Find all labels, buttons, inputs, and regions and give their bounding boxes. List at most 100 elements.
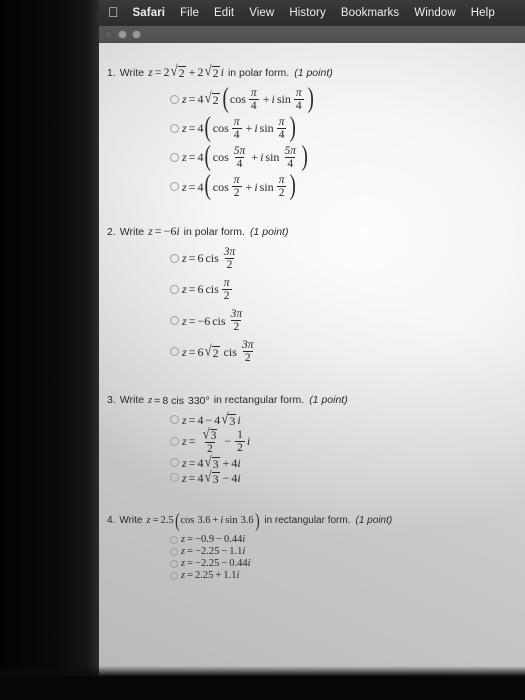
question-2-points: (1 point) bbox=[249, 226, 289, 239]
paren-close: ) bbox=[289, 111, 297, 143]
question-1-options: z = 4 √ 2 ( cos π4 + i sin π 4) z = 4 (… bbox=[107, 82, 509, 202]
option-text: z = 4 √ 2 ( cos π4 + i sin π 4) bbox=[182, 82, 314, 114]
question-3-option-d[interactable]: z = 4 √ 3 − 4i bbox=[170, 467, 509, 486]
mac-menu-bar:  Safari File Edit View History Bookmark… bbox=[99, 0, 525, 26]
question-3-verb: Write bbox=[119, 394, 145, 407]
paren-open: ( bbox=[174, 509, 180, 532]
question-1-option-c[interactable]: z = 4 ( cos 5π 4 + i sin 5π 4) bbox=[170, 140, 509, 172]
radio-icon[interactable] bbox=[170, 347, 179, 357]
question-4: 4. Write z = 2.5 ( cos 3.6 + i sin 3.6)… bbox=[107, 509, 509, 582]
question-1-option-d[interactable]: z = 4 ( cos π2 + i sin π2) bbox=[170, 170, 509, 202]
question-4-options: z = −0.9 − 0.44 i z = − 2.25 − 1.1 i z =… bbox=[107, 534, 509, 582]
photo-left-bezel bbox=[0, 0, 99, 700]
minimize-button[interactable] bbox=[118, 30, 127, 39]
menu-item-help[interactable]: Help bbox=[471, 7, 495, 19]
option-text: z = 6 cis π2 bbox=[182, 276, 232, 302]
menu-item-file[interactable]: File bbox=[180, 7, 199, 19]
question-4-option-d[interactable]: z = 2.25 + 1.1 i bbox=[170, 570, 509, 582]
radio-icon[interactable] bbox=[170, 458, 179, 468]
option-text: z = −6 cis 3π 2 bbox=[182, 307, 243, 333]
radio-icon[interactable] bbox=[170, 182, 179, 192]
quiz-page: 1. Write z = 2 √2 + 2 √2 i in polar fo bbox=[99, 43, 525, 676]
paren-open: ( bbox=[204, 140, 212, 172]
titlebar-drag-area[interactable] bbox=[146, 26, 525, 43]
question-1-number: 1. bbox=[107, 67, 116, 79]
paren-close: ) bbox=[289, 170, 297, 202]
option-text: z = −2.25 − 1.1 i bbox=[181, 546, 246, 558]
question-3-option-a[interactable]: z = 4 − 4 √ 3 i bbox=[170, 411, 509, 427]
menu-item-bookmarks[interactable]: Bookmarks bbox=[341, 7, 399, 19]
question-3-options: z = 4 − 4 √ 3 i z = √ 3 2 − 1 2 i z = 4 … bbox=[107, 411, 509, 486]
radio-icon[interactable] bbox=[170, 415, 179, 425]
question-3-option-c[interactable]: z = 4 √ 3 + 4i bbox=[170, 454, 509, 470]
radio-icon[interactable] bbox=[170, 436, 179, 446]
question-1-verb: Write bbox=[119, 67, 145, 79]
question-4-points: (1 point) bbox=[355, 514, 393, 526]
question-1-option-a[interactable]: z = 4 √ 2 ( cos π4 + i sin π 4) bbox=[170, 82, 509, 114]
question-3: 3. Write z = 8 cis 330° in rectangular f… bbox=[107, 394, 509, 485]
zoom-button[interactable] bbox=[132, 30, 141, 39]
question-3-stem: 3. Write z = 8 cis 330° in rectangular f… bbox=[107, 394, 509, 407]
menu-item-safari[interactable]: Safari bbox=[133, 7, 166, 19]
question-2-tail: in polar form. bbox=[183, 226, 245, 239]
question-2: 2. Write z = −6 i in polar form. (1 point… bbox=[107, 225, 509, 364]
question-4-stem: 4. Write z = 2.5 ( cos 3.6 + i sin 3.6)… bbox=[107, 509, 509, 532]
radio-icon[interactable] bbox=[170, 123, 179, 133]
option-text: z = 4 √ 3 − 4i bbox=[182, 467, 241, 486]
question-2-option-b[interactable]: z = 6 cis π2 bbox=[170, 277, 509, 302]
question-4-verb: Write bbox=[119, 514, 143, 526]
radio-icon[interactable] bbox=[170, 572, 178, 581]
question-2-options: z = 6 cis 3π 2 z = 6 cis π 2 z = − 6 cis… bbox=[107, 246, 509, 365]
photo-of-screen:  Safari File Edit View History Bookmark… bbox=[0, 0, 525, 700]
apple-icon[interactable]:  bbox=[108, 5, 119, 19]
menu-item-history[interactable]: History bbox=[289, 7, 325, 19]
question-1-option-b[interactable]: z = 4 ( cos π4 + i sin π4) bbox=[170, 111, 509, 143]
option-text: z = 4 ( cos π4 + i sin π4) bbox=[182, 111, 297, 143]
radio-icon[interactable] bbox=[170, 536, 178, 545]
question-2-option-a[interactable]: z = 6 cis 3π 2 bbox=[170, 246, 509, 271]
question-2-option-c[interactable]: z = −6 cis 3π 2 bbox=[170, 308, 509, 333]
option-text: z = 4 ( cos π2 + i sin π2) bbox=[182, 170, 297, 202]
option-text: z = 2.25 + 1.1 i bbox=[181, 570, 240, 582]
radio-icon[interactable] bbox=[170, 253, 179, 263]
question-2-number: 2. bbox=[107, 226, 116, 239]
paren-open: ( bbox=[222, 82, 229, 114]
menu-item-edit[interactable]: Edit bbox=[214, 7, 234, 19]
question-4-option-a[interactable]: z = −0.9 − 0.44 i bbox=[170, 534, 509, 546]
question-2-option-d[interactable]: z = 6 √ 2 cis 3π 2 bbox=[170, 339, 509, 364]
option-text: z = 4 ( cos 5π 4 + i sin 5π 4) bbox=[182, 140, 308, 172]
radio-icon[interactable] bbox=[170, 316, 179, 325]
close-button[interactable] bbox=[104, 30, 113, 39]
question-4-expression: z = 2.5 ( cos 3.6 + i sin 3.6) bbox=[146, 509, 260, 532]
option-text: z = 6 cis 3π 2 bbox=[182, 245, 236, 271]
question-4-tail: in rectangular form. bbox=[264, 514, 351, 526]
paren-open: ( bbox=[204, 170, 212, 202]
question-3-option-b[interactable]: z = √ 3 2 − 12 i bbox=[170, 424, 509, 455]
question-3-number: 3. bbox=[107, 394, 116, 407]
radio-icon[interactable] bbox=[170, 152, 179, 162]
radio-icon[interactable] bbox=[170, 560, 178, 569]
paren-close: ) bbox=[301, 140, 308, 172]
question-1-tail: in polar form. bbox=[227, 67, 290, 79]
window-titlebar bbox=[99, 26, 525, 43]
radio-icon[interactable] bbox=[170, 284, 179, 294]
question-2-verb: Write bbox=[119, 226, 145, 239]
option-text: z = −0.9 − 0.44 i bbox=[181, 534, 246, 546]
question-2-expression: z = −6 i bbox=[148, 224, 180, 239]
photo-bottom-edge bbox=[0, 676, 525, 700]
safari-window:  Safari File Edit View History Bookmark… bbox=[99, 0, 525, 676]
paren-close: ) bbox=[307, 82, 314, 114]
radio-icon[interactable] bbox=[170, 548, 178, 557]
question-4-option-c[interactable]: z = −2.25 − 0.44 i bbox=[170, 558, 509, 570]
option-text: z = √ 3 2 − 12 i bbox=[182, 424, 251, 455]
radio-icon[interactable] bbox=[170, 473, 179, 483]
menu-item-view[interactable]: View bbox=[249, 7, 274, 19]
question-1: 1. Write z = 2 √2 + 2 √2 i in polar fo bbox=[107, 61, 509, 202]
question-1-stem: 1. Write z = 2 √2 + 2 √2 i in polar fo bbox=[107, 61, 509, 80]
menu-item-window[interactable]: Window bbox=[414, 7, 456, 19]
question-2-stem: 2. Write z = −6 i in polar form. (1 point… bbox=[107, 225, 509, 239]
question-1-expression: z = 2 √ 2 + 2 √ 2 i bbox=[148, 61, 224, 80]
option-text: z = −2.25 − 0.44 i bbox=[181, 558, 251, 570]
question-4-option-b[interactable]: z = −2.25 − 1.1 i bbox=[170, 546, 509, 558]
radio-icon[interactable] bbox=[170, 94, 179, 104]
